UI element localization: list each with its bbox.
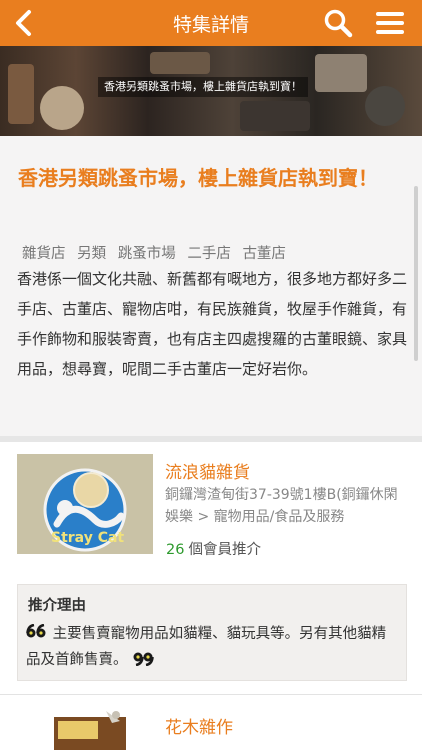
- menu-button[interactable]: [374, 9, 406, 37]
- top-nav-bar: 特集詳情: [0, 0, 422, 46]
- banner-decor-typewriter: [315, 54, 367, 92]
- tag-item[interactable]: 另類: [77, 246, 106, 262]
- article-section: 香港另類跳蚤市場，樓上雜貨店執到寶！ 雜貨店 另類 跳蚤市場 二手店 古董店 香…: [0, 136, 422, 436]
- shop-address-category: 銅鑼灣渣甸街37-39號1樓B(銅鑼休閑娛樂 > 寵物用品/食品及服務: [165, 487, 398, 525]
- recommend-count: 26 個會員推介: [166, 538, 261, 559]
- banner-caption: 香港另類跳蚤市場，樓上雜貨店執到寶！: [98, 77, 308, 97]
- tag-item[interactable]: 跳蚤市場: [118, 246, 176, 262]
- recommend-reason-body: 主要售賣寵物用品如貓糧、貓玩具等。另有其他貓精品及首飾售賣。: [26, 626, 387, 668]
- banner-decor: [240, 101, 310, 131]
- banner-decor: [8, 64, 34, 124]
- hamburger-menu-icon: [376, 12, 404, 34]
- shop-thumbnail[interactable]: Stray Cat: [17, 454, 153, 554]
- recommend-count-number: 26: [166, 542, 185, 558]
- recommend-reason-title: 推介理由: [28, 598, 86, 614]
- article-title: 香港另類跳蚤市場，樓上雜貨店執到寶！: [18, 166, 378, 190]
- article-body: 香港係一個文化共融、新舊都有嘅地方，很多地方都好多二手店、古董店、寵物店咁，有民…: [17, 270, 408, 378]
- shop-name[interactable]: 花木雜作: [165, 713, 233, 738]
- recommend-reason-text: 主要售賣寵物用品如貓糧、貓玩具等。另有其他貓精品及首飾售賣。: [26, 621, 398, 673]
- page-title: 特集詳情: [172, 14, 249, 36]
- scrollbar[interactable]: [414, 186, 418, 361]
- banner-decor-camera: [365, 86, 405, 126]
- shop-thumbnail[interactable]: [50, 707, 130, 750]
- search-icon: [324, 9, 353, 38]
- search-button[interactable]: [323, 8, 353, 38]
- banner-decor-clock: [40, 86, 84, 130]
- tag-item[interactable]: 雜貨店: [22, 246, 66, 262]
- shop-card[interactable]: 花木雜作: [0, 695, 422, 750]
- banner-decor: [150, 52, 210, 74]
- feature-banner-image[interactable]: 香港另類跳蚤市場，樓上雜貨店執到寶！: [0, 46, 422, 136]
- shop-card[interactable]: Stray Cat 流浪貓雜貨 銅鑼灣渣甸街37-39號1樓B(銅鑼休閑娛樂 >…: [0, 442, 422, 692]
- quote-open-icon: [26, 624, 46, 638]
- quote-close-icon: [133, 652, 154, 666]
- tag-list: 雜貨店 另類 跳蚤市場 二手店 古董店: [22, 242, 293, 263]
- shop-thumbnail-logo-text: Stray Cat: [51, 530, 124, 546]
- stray-cat-logo-image: Stray Cat: [17, 454, 153, 554]
- recommend-reason-box: 推介理由 主要售賣寵物用品如貓糧、貓玩具等。另有其他貓精品及首飾售賣。: [17, 584, 407, 681]
- shop-name[interactable]: 流浪貓雜貨: [165, 458, 250, 483]
- tag-item[interactable]: 古董店: [242, 246, 286, 262]
- tag-item[interactable]: 二手店: [187, 246, 231, 262]
- recommend-count-label: 個會員推介: [188, 542, 261, 558]
